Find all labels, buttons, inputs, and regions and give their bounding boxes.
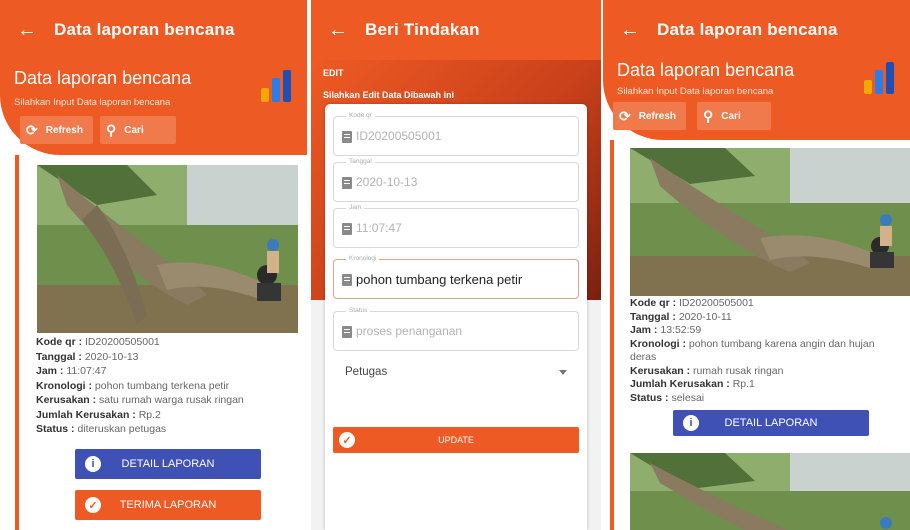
field-value: 11:07:47 bbox=[356, 221, 402, 235]
field-value: pohon tumbang terkena petir bbox=[356, 272, 523, 287]
search-button[interactable]: ⚲ Cari bbox=[100, 116, 176, 144]
clipboard-icon bbox=[342, 223, 352, 235]
check-circle-icon: ✓ bbox=[339, 432, 355, 448]
info-status: Status : selesai bbox=[630, 391, 705, 404]
check-circle-icon: ✓ bbox=[85, 497, 101, 513]
info-tanggal: Tanggal : 2020-10-11 bbox=[630, 310, 732, 323]
header-title: Data laporan bencana bbox=[617, 60, 795, 80]
info-jam: Jam : 11:07:47 bbox=[36, 365, 107, 377]
field-label: Jam bbox=[346, 204, 365, 211]
jam-field[interactable]: Jam 11:07:47 bbox=[333, 204, 579, 248]
detail-laporan-button[interactable]: i DETAIL LAPORAN bbox=[75, 449, 261, 479]
kronologi-field[interactable]: Kronologi pohon tumbang terkena petir bbox=[333, 255, 579, 299]
terima-laporan-label: TERIMA LAPORAN bbox=[119, 499, 217, 511]
clipboard-icon bbox=[342, 326, 352, 338]
field-label: Kronologi bbox=[346, 255, 380, 262]
search-label: Cari bbox=[124, 124, 144, 136]
app-bar-title: Data laporan bencana bbox=[54, 20, 235, 39]
chevron-down-icon bbox=[559, 370, 567, 375]
header-area: Data laporan bencana Silahkan Input Data… bbox=[0, 60, 307, 155]
info-jumlah: Jumlah Kerusakan : Rp.1 bbox=[630, 378, 755, 390]
detail-laporan-label: DETAIL LAPORAN bbox=[724, 417, 818, 429]
search-button[interactable]: ⚲ Cari bbox=[697, 102, 771, 130]
refresh-icon: ⟳ bbox=[619, 107, 631, 124]
search-icon: ⚲ bbox=[703, 107, 714, 124]
info-kode: Kode qr : ID20200505001 bbox=[630, 297, 754, 309]
header-subtitle: Silahkan Input Data laporan bencana bbox=[617, 86, 774, 97]
screen-data-laporan-2: ← Data laporan bencana Data laporan benc… bbox=[603, 0, 910, 530]
field-label: Status bbox=[346, 307, 371, 314]
list-accent-line bbox=[15, 155, 19, 530]
info-kerusakan: Kerusakan : rumah rusak ringan bbox=[630, 364, 784, 377]
kode-qr-field[interactable]: Kode qr ID20200505001 bbox=[333, 112, 579, 156]
info-icon: i bbox=[683, 415, 699, 431]
edit-subtitle: Silahkan Edit Data Dibawah ini bbox=[323, 90, 455, 100]
clipboard-icon bbox=[342, 274, 352, 286]
info-icon: i bbox=[85, 456, 101, 472]
app-bar: ← Data laporan bencana bbox=[0, 0, 307, 60]
info-kerusakan: Kerusakan : satu rumah warga rusak ringa… bbox=[36, 394, 244, 406]
header-subtitle: Silahkan Input Data laporan bencana bbox=[14, 97, 171, 108]
status-field[interactable]: Status proses penanganan bbox=[333, 307, 579, 351]
report-info: Kode qr : ID20200505001 Tanggal : 2020-1… bbox=[630, 297, 900, 405]
info-jumlah: Jumlah Kerusakan : Rp.2 bbox=[36, 408, 161, 421]
report-photo bbox=[37, 165, 298, 333]
field-label: Kode qr bbox=[346, 112, 375, 119]
refresh-icon: ⟳ bbox=[26, 121, 38, 138]
report-list[interactable]: Kode qr : ID20200505001 Tanggal : 2020-1… bbox=[0, 155, 307, 530]
arrow-left-icon[interactable]: ← bbox=[311, 19, 365, 42]
app-bar-title: Beri Tindakan bbox=[365, 20, 480, 39]
app-bar: ← Data laporan bencana bbox=[603, 0, 910, 60]
bar-chart-icon bbox=[261, 68, 295, 102]
refresh-button[interactable]: ⟳ Refresh bbox=[613, 102, 686, 130]
info-tanggal: Tanggal : 2020-10-13 bbox=[36, 350, 139, 363]
field-value: 2020-10-13 bbox=[356, 175, 418, 189]
report-info: Kode qr : ID20200505001 Tanggal : 2020-1… bbox=[36, 335, 301, 437]
info-kronologi: Kronologi : pohon tumbang terkena petir bbox=[36, 379, 230, 392]
detail-laporan-label: DETAIL LAPORAN bbox=[121, 458, 215, 470]
report-photo bbox=[630, 453, 910, 530]
info-jam: Jam : 13:52:59 bbox=[630, 324, 702, 336]
report-list[interactable]: Kode qr : ID20200505001 Tanggal : 2020-1… bbox=[603, 140, 910, 530]
search-icon: ⚲ bbox=[106, 121, 117, 138]
petugas-label: Petugas bbox=[345, 366, 388, 378]
refresh-label: Refresh bbox=[45, 124, 83, 136]
field-value: proses penanganan bbox=[356, 324, 463, 338]
field-label: Tanggal bbox=[346, 158, 375, 165]
info-status: Status : diteruskan petugas bbox=[36, 423, 167, 435]
info-kode: Kode qr : ID20200505001 bbox=[36, 336, 160, 348]
screen-beri-tindakan: ← Beri Tindakan EDIT Silahkan Edit Data … bbox=[311, 0, 601, 530]
report-photo bbox=[630, 148, 910, 296]
search-label: Cari bbox=[721, 110, 741, 122]
bar-chart-icon bbox=[864, 60, 898, 94]
arrow-left-icon[interactable]: ← bbox=[0, 19, 54, 42]
list-accent-line bbox=[610, 140, 614, 530]
edit-form: Kode qr ID20200505001 Tanggal 2020-10-13… bbox=[325, 104, 587, 530]
clipboard-icon bbox=[342, 177, 352, 189]
detail-laporan-button[interactable]: i DETAIL LAPORAN bbox=[673, 410, 869, 436]
header-area: Data laporan bencana Silahkan Input Data… bbox=[603, 60, 910, 140]
tanggal-field[interactable]: Tanggal 2020-10-13 bbox=[333, 158, 579, 202]
screen-data-laporan-1: ← Data laporan bencana Data laporan benc… bbox=[0, 0, 307, 530]
app-bar: ← Beri Tindakan bbox=[311, 0, 601, 60]
terima-laporan-button[interactable]: ✓ TERIMA LAPORAN bbox=[75, 490, 261, 520]
edit-title: EDIT bbox=[323, 68, 344, 78]
app-bar-title: Data laporan bencana bbox=[657, 20, 838, 39]
refresh-label: Refresh bbox=[638, 110, 676, 122]
refresh-button[interactable]: ⟳ Refresh bbox=[20, 116, 93, 144]
clipboard-icon bbox=[342, 131, 352, 143]
info-kronologi: Kronologi : pohon tumbang karena angin d… bbox=[630, 337, 875, 364]
field-value: ID20200505001 bbox=[356, 129, 442, 143]
update-label: UPDATE bbox=[438, 435, 474, 445]
petugas-select[interactable]: Petugas bbox=[345, 366, 567, 392]
arrow-left-icon[interactable]: ← bbox=[603, 19, 657, 42]
header-title: Data laporan bencana bbox=[14, 68, 192, 88]
update-button[interactable]: ✓ UPDATE bbox=[333, 427, 579, 453]
